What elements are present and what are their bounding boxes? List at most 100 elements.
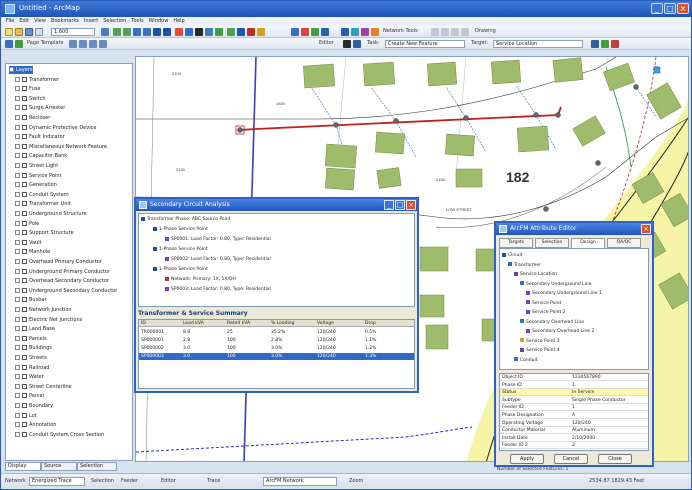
- attribute-row[interactable]: Status In Service: [500, 389, 648, 397]
- status-editor[interactable]: Editor: [161, 478, 176, 484]
- circuit-tree-node[interactable]: SP0001: Load Factor: 0.80, Type: Residen…: [165, 236, 271, 243]
- expand-icon[interactable]: [15, 383, 20, 389]
- expand-icon[interactable]: [15, 76, 20, 82]
- column-header[interactable]: Rated kVA: [227, 320, 250, 327]
- stored-display-icon[interactable]: [69, 40, 77, 48]
- layer-visibility-checkbox[interactable]: [22, 153, 27, 159]
- layer-visibility-checkbox[interactable]: [22, 335, 27, 341]
- layer-visibility-checkbox[interactable]: [22, 383, 27, 389]
- layer-visibility-checkbox[interactable]: [22, 105, 27, 111]
- circuit-tree-node[interactable]: SP0002: Load Factor: 0.80, Type: Residen…: [165, 256, 271, 263]
- expand-icon[interactable]: [15, 230, 20, 236]
- toc-layer-item[interactable]: Parcels: [15, 335, 47, 343]
- circuit-tree[interactable]: Transformer Phase: ABC Source Point 1-Pha…: [138, 213, 415, 307]
- toc-layer-item[interactable]: Overhead Secondary Conductor: [15, 277, 109, 285]
- attribute-value[interactable]: 1: [572, 404, 575, 411]
- target-dropdown[interactable]: Service Location: [493, 40, 583, 48]
- page-template-label[interactable]: Page Template: [27, 40, 64, 46]
- add-data-icon[interactable]: [227, 28, 235, 36]
- text-icon[interactable]: [441, 28, 449, 36]
- toc-layer-item[interactable]: Busbar: [15, 296, 47, 304]
- menu-insert[interactable]: Insert: [84, 17, 98, 26]
- select-features-icon[interactable]: [175, 28, 183, 36]
- layer-visibility-checkbox[interactable]: [22, 297, 27, 303]
- expand-icon[interactable]: [15, 374, 20, 380]
- toc-layer-item[interactable]: Electric Net Junctions: [15, 316, 82, 324]
- apply-button[interactable]: Apply: [510, 454, 544, 464]
- layer-visibility-checkbox[interactable]: [22, 422, 27, 428]
- expand-icon[interactable]: [15, 124, 20, 130]
- minimize-button[interactable]: _: [651, 3, 663, 14]
- toc-layer-item[interactable]: Layers: [9, 66, 33, 74]
- layer-visibility-checkbox[interactable]: [22, 239, 27, 245]
- attr-tree[interactable]: Circuit Transformer Service Location Second…: [499, 248, 649, 370]
- back-icon[interactable]: [153, 28, 161, 36]
- toc-layer-item[interactable]: Street Light: [15, 162, 58, 170]
- arccatalog-icon[interactable]: [237, 28, 245, 36]
- column-header[interactable]: ID: [141, 320, 146, 327]
- layer-visibility-checkbox[interactable]: [22, 259, 27, 264]
- arctoolbox-icon[interactable]: [247, 28, 255, 36]
- column-header[interactable]: Drop: [365, 320, 376, 327]
- find-icon[interactable]: [195, 28, 203, 36]
- attribute-value[interactable]: 2/10/2000: [572, 435, 595, 442]
- expand-icon[interactable]: [15, 201, 20, 207]
- identify-icon[interactable]: [185, 28, 193, 36]
- cancel-button[interactable]: Cancel: [554, 454, 588, 464]
- toc-layer-item[interactable]: Pole: [15, 220, 39, 228]
- toc-layer-item[interactable]: Capacitor Bank: [15, 152, 67, 160]
- table-row[interactable]: TR000001 8.8 25 35.2% 120/240 0.5%: [139, 329, 414, 336]
- attribute-value[interactable]: 120/240: [572, 420, 591, 427]
- dialog-maximize-button[interactable]: □: [395, 200, 405, 210]
- layer-visibility-checkbox[interactable]: [22, 268, 27, 274]
- expand-icon[interactable]: [15, 172, 20, 178]
- font-icon[interactable]: [461, 28, 469, 36]
- flag-icon[interactable]: [301, 28, 309, 36]
- attribute-row[interactable]: Phase Designation A: [500, 412, 648, 419]
- expand-icon[interactable]: [15, 182, 20, 188]
- zoom-in-icon[interactable]: [113, 28, 121, 36]
- toc-layer-item[interactable]: Transformer: [15, 76, 59, 84]
- toc-layer-item[interactable]: Buildings: [15, 344, 52, 352]
- toc-layer-item[interactable]: Dynamic Protective Device: [15, 124, 96, 132]
- toc-layer-item[interactable]: Street Centerline: [15, 383, 72, 391]
- sketch-tool-icon[interactable]: [353, 40, 361, 48]
- status-selection[interactable]: Selection: [91, 478, 114, 484]
- expand-icon[interactable]: [15, 134, 20, 140]
- network-tools-label[interactable]: Network Tools: [383, 28, 418, 34]
- expand-icon[interactable]: [15, 316, 20, 322]
- expand-icon[interactable]: [15, 191, 20, 197]
- attribute-editor-icon[interactable]: [15, 40, 23, 48]
- expand-icon[interactable]: [15, 393, 20, 399]
- circuit-tree-node[interactable]: 1-Phase Service Point: [153, 226, 208, 233]
- pan-icon[interactable]: [133, 28, 141, 36]
- layer-visibility-checkbox[interactable]: [22, 124, 27, 130]
- toc-layer-item[interactable]: Vault: [15, 239, 42, 247]
- toc-layer-item[interactable]: Underground Primary Conductor: [15, 268, 110, 276]
- attr-tab-targets[interactable]: Targets: [499, 238, 533, 248]
- layer-visibility-checkbox[interactable]: [22, 220, 27, 226]
- expand-icon[interactable]: [15, 239, 20, 245]
- solve-icon[interactable]: [321, 28, 329, 36]
- attribute-row[interactable]: Operating Voltage 120/240: [500, 420, 648, 427]
- menu-tools[interactable]: Tools: [131, 17, 143, 26]
- expand-icon[interactable]: [15, 307, 20, 312]
- documents-icon[interactable]: [79, 40, 87, 48]
- toc-layer-item[interactable]: Lot: [15, 412, 37, 420]
- editor-menu[interactable]: Editor: [319, 40, 334, 46]
- attribute-value[interactable]: A: [572, 412, 575, 419]
- expand-icon[interactable]: [15, 335, 20, 341]
- expand-icon[interactable]: [15, 163, 20, 168]
- expand-icon[interactable]: [15, 86, 20, 92]
- expand-icon[interactable]: [15, 268, 20, 274]
- layer-visibility-checkbox[interactable]: [22, 249, 27, 255]
- layer-visibility-checkbox[interactable]: [22, 431, 27, 437]
- rotate-icon[interactable]: [611, 40, 619, 48]
- network-tools-icon[interactable]: [341, 28, 349, 36]
- attr-tab-design[interactable]: Design: [571, 238, 605, 248]
- circuit-tree-node[interactable]: 1-Phase Service Point: [153, 246, 208, 253]
- attribute-value[interactable]: Aluminum: [572, 427, 595, 434]
- phase-icon[interactable]: [361, 28, 369, 36]
- attr-tree-node[interactable]: Transformer: [508, 262, 541, 269]
- layer-visibility-checkbox[interactable]: [22, 326, 27, 332]
